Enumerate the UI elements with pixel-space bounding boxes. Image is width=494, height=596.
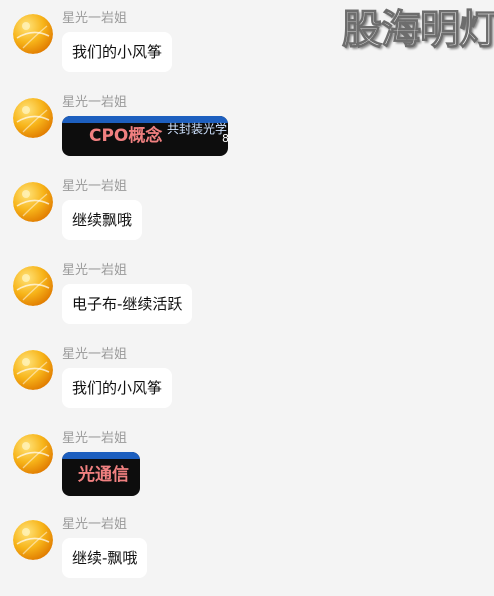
sender-name: 星光一岩姐 <box>62 11 128 26</box>
message-bubble[interactable]: 我们的小风筝 <box>62 368 173 408</box>
watermark-logo: 股海明灯 <box>341 7 494 53</box>
message-bubble[interactable]: 我们的小风筝 <box>62 32 173 72</box>
sticker-subtitle: 共封装光学 <box>167 122 228 136</box>
image-sticker[interactable]: CPO概念 共封装光学 8 <box>62 116 228 156</box>
sender-name: 星光一岩姐 <box>62 179 128 194</box>
sender-name: 星光一岩姐 <box>62 347 128 362</box>
avatar-icon[interactable] <box>13 350 53 390</box>
avatar-icon[interactable] <box>13 520 53 560</box>
avatar-icon[interactable] <box>13 182 53 222</box>
message-bubble[interactable]: 继续-飘哦 <box>62 538 148 578</box>
sticker-edge-text: 8 <box>222 132 228 145</box>
avatar-icon[interactable] <box>13 14 53 54</box>
sticker-band <box>62 452 140 459</box>
message-bubble[interactable]: 继续飘哦 <box>62 200 143 240</box>
sticker-title: CPO概念 <box>89 126 163 146</box>
avatar-icon[interactable] <box>13 266 53 306</box>
message-bubble[interactable]: 电子布-继续活跃 <box>62 284 193 324</box>
avatar-icon[interactable] <box>13 434 53 474</box>
sender-name: 星光一岩姐 <box>62 431 128 446</box>
sender-name: 星光一岩姐 <box>62 263 128 278</box>
avatar-icon[interactable] <box>13 98 53 138</box>
sticker-title: 光通信 <box>78 465 129 485</box>
image-sticker[interactable]: 光通信 <box>62 452 140 496</box>
sender-name: 星光一岩姐 <box>62 95 128 110</box>
sender-name: 星光一岩姐 <box>62 517 128 532</box>
